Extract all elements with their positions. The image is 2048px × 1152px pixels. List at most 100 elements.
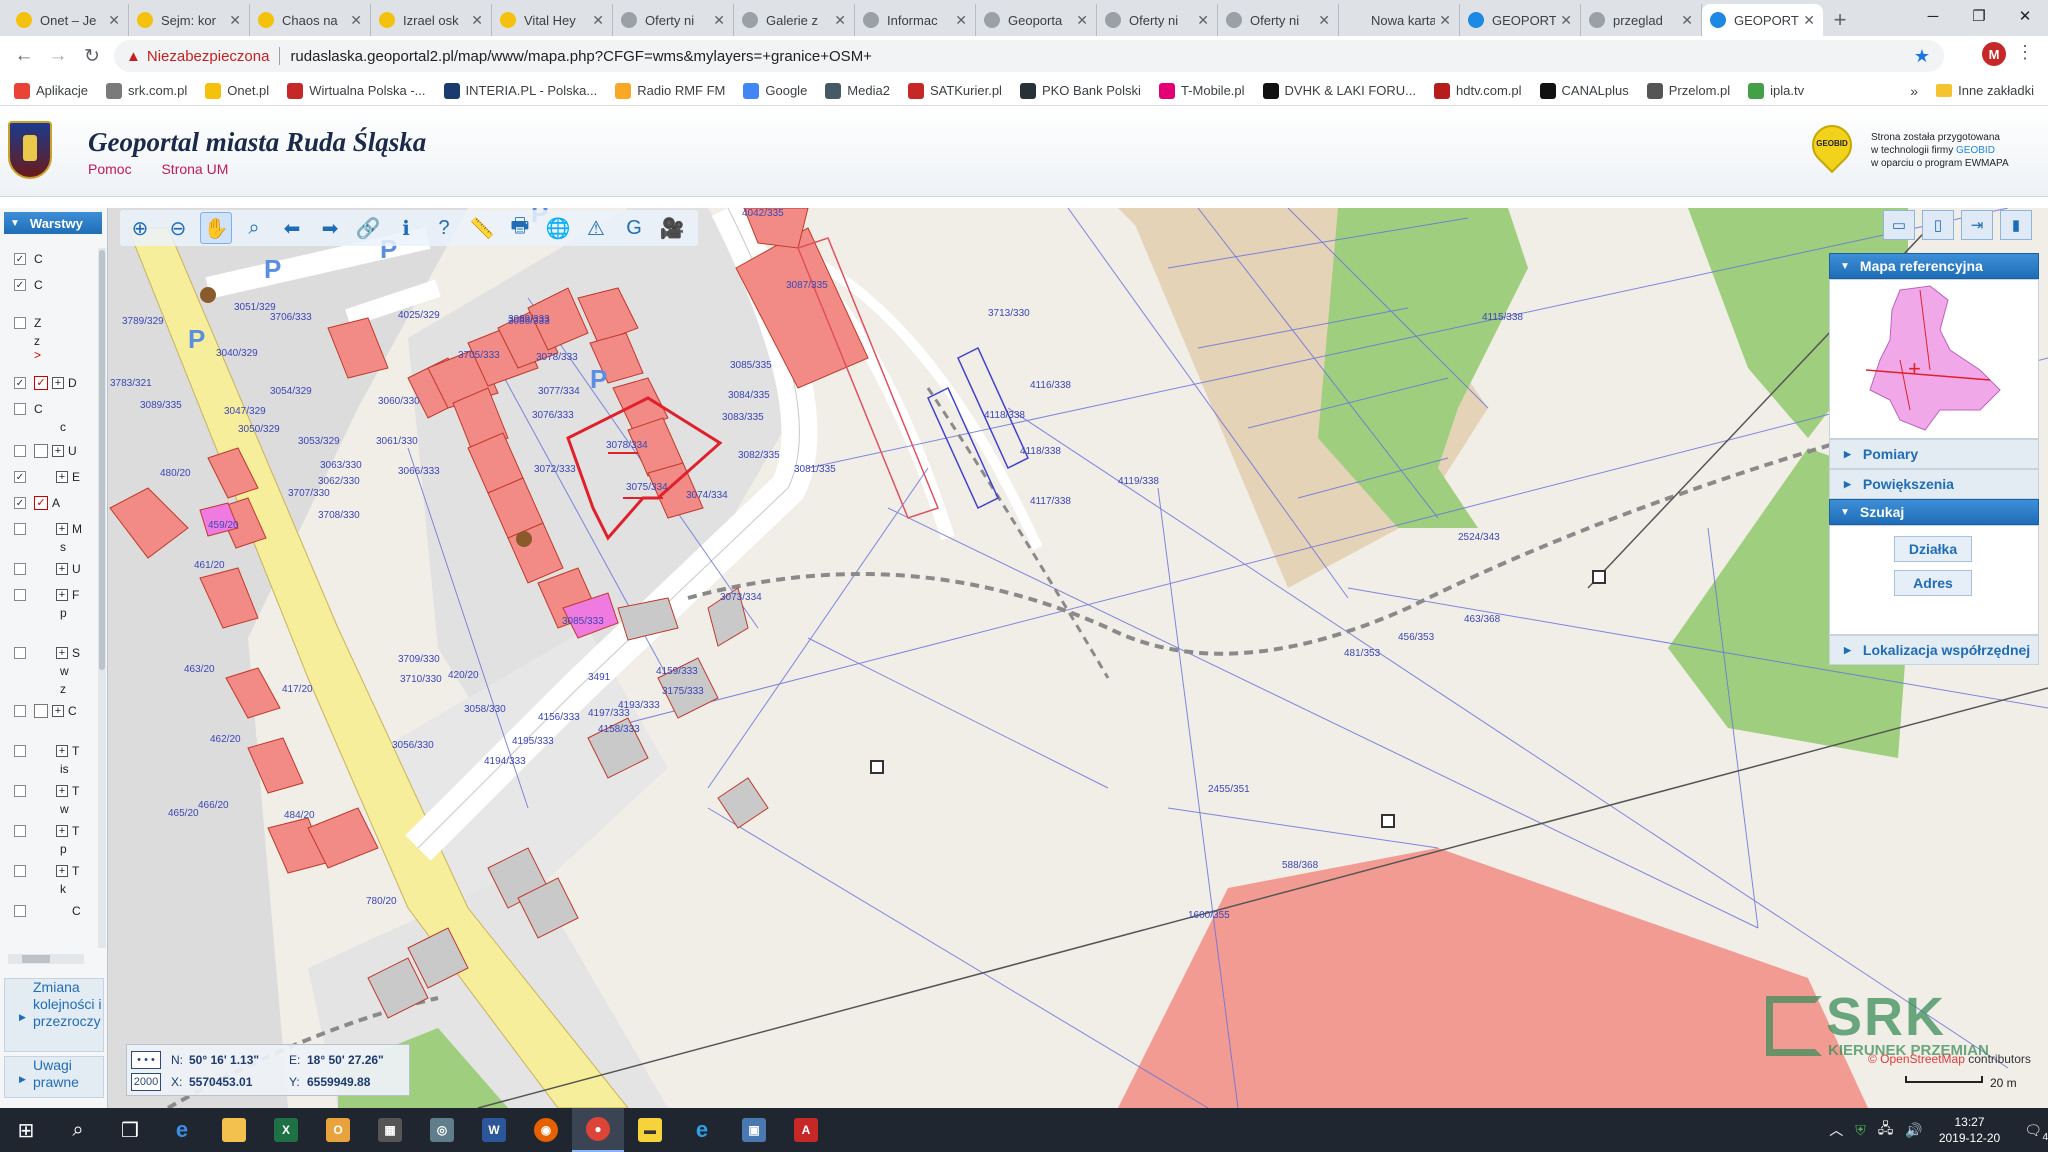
browser-tab[interactable]: Onet – Je ✕ <box>8 4 129 36</box>
browser-tab[interactable]: Sejm: kor ✕ <box>129 4 250 36</box>
measure-section[interactable]: ▶ Pomiary <box>1829 439 2039 469</box>
layer-row[interactable]: Z <box>14 314 41 332</box>
close-tab-icon[interactable]: ✕ <box>834 12 846 29</box>
browser-tab[interactable]: Izrael osk ✕ <box>371 4 492 36</box>
browser-tab[interactable]: Nowa karta ✕ <box>1339 4 1460 36</box>
minimize-icon[interactable]: ─ <box>1910 0 1956 32</box>
layer-row[interactable]: +D <box>14 374 77 392</box>
bookmark-item[interactable]: ipla.tv <box>1748 82 1804 99</box>
close-tab-icon[interactable]: ✕ <box>1681 12 1693 29</box>
browser-tab[interactable]: Vital Hey ✕ <box>492 4 613 36</box>
coordinate-system-icon[interactable]: • • • <box>131 1051 161 1069</box>
layer-row[interactable]: A <box>14 494 60 512</box>
browser-tab[interactable]: Galerie z ✕ <box>734 4 855 36</box>
layer-row[interactable]: + C <box>14 702 77 720</box>
bookmarks-overflow-button[interactable]: » <box>1910 83 1918 99</box>
tray-expand-icon[interactable]: ︿ <box>1829 1120 1843 1140</box>
bookmark-item[interactable]: DVHK & LAKI FORU... <box>1262 82 1416 99</box>
previous-view-icon[interactable]: ⬅ <box>276 212 308 244</box>
globe-icon[interactable]: 🌐 <box>542 212 574 244</box>
browser-tab[interactable]: Chaos na ✕ <box>250 4 371 36</box>
bookmark-item[interactable]: Radio RMF FM <box>615 82 725 99</box>
remote-desktop-icon[interactable]: ▣ <box>728 1108 780 1152</box>
browser-menu-icon[interactable]: ⋮ <box>2016 42 2034 63</box>
close-tab-icon[interactable]: ✕ <box>1560 12 1572 29</box>
city-site-link[interactable]: Strona UM <box>161 161 228 177</box>
search-icon[interactable]: ⌕ <box>52 1108 104 1152</box>
close-tab-icon[interactable]: ✕ <box>471 12 483 29</box>
layer-row[interactable]: + S <box>14 644 80 662</box>
zoom-section[interactable]: ▶ Powiększenia <box>1829 469 2039 499</box>
forward-icon[interactable]: → <box>44 42 72 70</box>
address-search-button[interactable]: Adres <box>1894 570 1972 596</box>
layer-row[interactable]: + T <box>14 782 79 800</box>
close-window-icon[interactable]: ✕ <box>2002 0 2048 32</box>
zoom-out-icon[interactable]: ⊖ <box>162 212 194 244</box>
browser-tab[interactable]: GEOPORT ✕ <box>1460 4 1581 36</box>
bookmark-item[interactable]: Przelom.pl <box>1646 82 1730 99</box>
fullscreen-view-icon[interactable]: ▭ <box>1883 210 1915 240</box>
reload-icon[interactable]: ↻ <box>78 42 106 70</box>
info-icon[interactable]: ℹ <box>390 212 422 244</box>
bookmark-item[interactable]: PKO Bank Polski <box>1019 82 1141 99</box>
browser-tab[interactable]: Oferty ni ✕ <box>1097 4 1218 36</box>
layer-row[interactable]: +E <box>14 468 80 486</box>
clock[interactable]: 13:27 2019-12-20 <box>1939 1114 2000 1146</box>
bookmark-item[interactable]: Onet.pl <box>205 82 269 99</box>
coordinate-location-section[interactable]: ▶ Lokalizacja współrzędnej <box>1829 635 2039 665</box>
volume-icon[interactable]: 🔊 <box>1905 1122 1922 1139</box>
next-view-icon[interactable]: ➡ <box>314 212 346 244</box>
task-view-icon[interactable]: ❒ <box>104 1108 156 1152</box>
layer-row[interactable]: + M <box>14 520 82 538</box>
close-tab-icon[interactable]: ✕ <box>1197 12 1209 29</box>
layer-row[interactable]: + U <box>14 560 81 578</box>
layer-row[interactable]: C <box>14 400 43 418</box>
panel-toggle-icon[interactable]: ▮ <box>2000 210 2032 240</box>
network-icon[interactable]: 🖧 <box>1878 1118 1894 1142</box>
layer-row[interactable]: + T <box>14 742 79 760</box>
windows-start-icon[interactable]: ⊞ <box>0 1108 52 1152</box>
close-tab-icon[interactable]: ✕ <box>229 12 241 29</box>
bookmark-item[interactable]: Aplikacje <box>14 82 88 99</box>
bookmark-item[interactable]: SATKurier.pl <box>907 82 1002 99</box>
layer-row[interactable]: + T <box>14 862 79 880</box>
browser-tab[interactable]: GEOPORT ✕ <box>1702 4 1823 36</box>
search-header[interactable]: ▼ Szukaj <box>1829 499 2039 525</box>
close-tab-icon[interactable]: ✕ <box>1439 12 1451 29</box>
layers-header[interactable]: ▼ Warstwy <box>4 212 102 234</box>
layer-row[interactable]: + U <box>14 442 77 460</box>
word-icon[interactable]: W <box>468 1108 520 1152</box>
file-explorer-icon[interactable] <box>208 1108 260 1152</box>
close-tab-icon[interactable]: ✕ <box>713 12 725 29</box>
maximize-icon[interactable]: ❐ <box>1956 0 2002 32</box>
new-tab-button[interactable]: + <box>1823 4 1857 36</box>
collapse-panel-icon[interactable]: ⇥ <box>1961 210 1993 240</box>
excel-icon[interactable]: X <box>260 1108 312 1152</box>
parcel-search-button[interactable]: Działka <box>1894 536 1972 562</box>
measure-ruler-icon[interactable]: 📏 <box>466 212 498 244</box>
browser-tab[interactable]: Geoporta ✕ <box>976 4 1097 36</box>
bookmark-item[interactable]: Google <box>743 82 807 99</box>
edge-icon[interactable]: e <box>156 1108 208 1152</box>
warning-sign-icon[interactable]: ⚠ <box>580 212 612 244</box>
layer-row[interactable]: + F <box>14 586 79 604</box>
layer-row[interactable]: C <box>14 902 81 920</box>
google-icon[interactable]: G <box>618 212 650 244</box>
browser-tab[interactable]: Informac ✕ <box>855 4 976 36</box>
close-tab-icon[interactable]: ✕ <box>1318 12 1330 29</box>
other-bookmarks[interactable]: Inne zakładki <box>1936 83 2034 98</box>
acrobat-icon[interactable]: A <box>780 1108 832 1152</box>
layer-row[interactable]: C <box>14 276 43 294</box>
layers-hscrollbar[interactable] <box>8 954 84 964</box>
close-tab-icon[interactable]: ✕ <box>350 12 362 29</box>
layer-row[interactable]: C <box>14 250 43 268</box>
print-icon[interactable]: 🖶 <box>504 212 536 244</box>
address-bar[interactable]: ▲ Niezabezpieczona rudaslaska.geoportal2… <box>114 40 1944 72</box>
chrome-icon[interactable]: ● <box>572 1108 624 1152</box>
back-icon[interactable]: ← <box>10 42 38 70</box>
zoom-box-icon[interactable]: ⌕ <box>238 212 270 244</box>
scale-input[interactable]: 2000 <box>131 1073 161 1091</box>
app-icon[interactable]: ◎ <box>416 1108 468 1152</box>
ref-map-header[interactable]: ▼ Mapa referencyjna <box>1829 253 2039 279</box>
zoom-in-icon[interactable]: ⊕ <box>124 212 156 244</box>
